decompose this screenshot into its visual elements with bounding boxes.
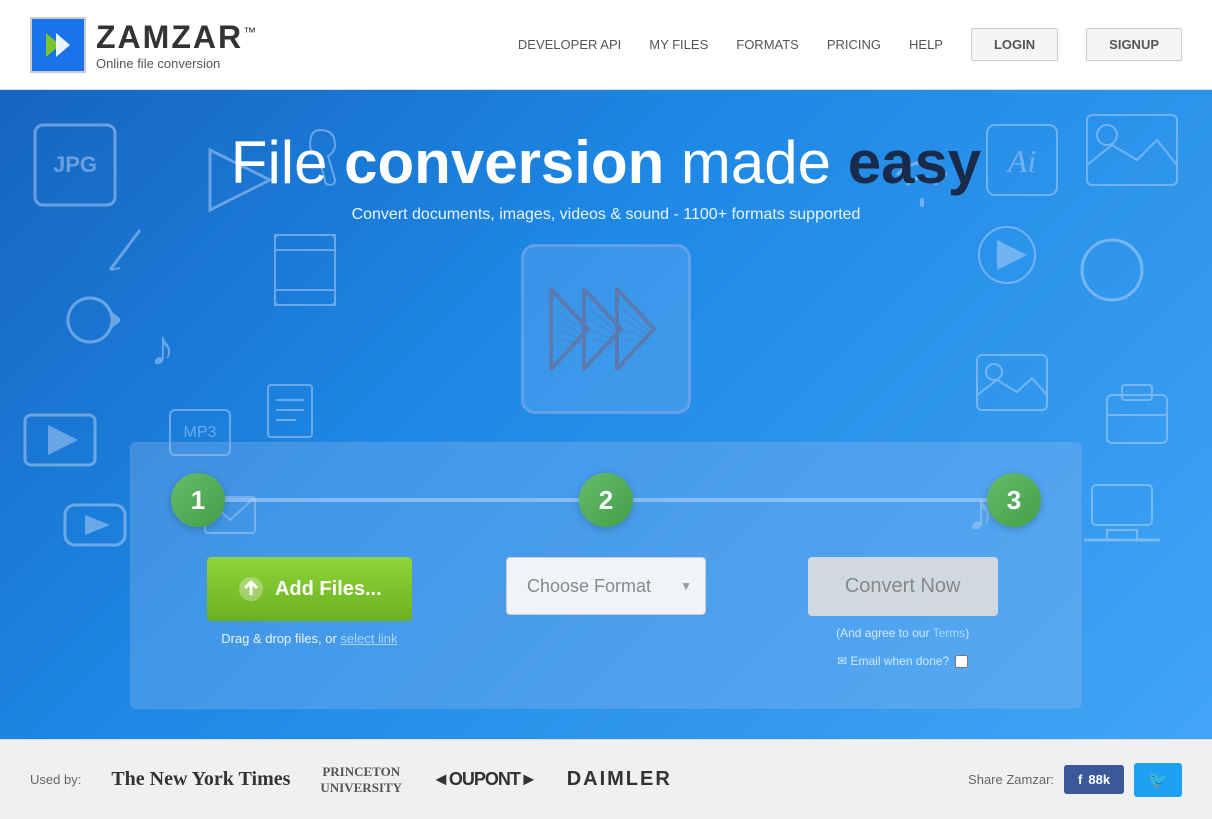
choose-format-select[interactable]: Choose Format MP4 MP3 PDF JPG PNG [506, 557, 706, 615]
signup-button[interactable]: SIGNUP [1086, 28, 1182, 61]
nav-links: DEVELOPER API MY FILES FORMATS PRICING H… [518, 28, 1182, 61]
add-files-button[interactable]: Add Files... [207, 557, 412, 621]
site-header: ZAMZAR™ Online file conversion DEVELOPER… [0, 0, 1212, 90]
hero-subtitle: Convert documents, images, videos & soun… [0, 206, 1212, 224]
nav-pricing[interactable]: PRICING [827, 37, 881, 52]
drag-drop-text: Drag & drop files, or select link [221, 631, 397, 646]
logo-text: ZAMZAR™ Online file conversion [96, 19, 258, 71]
fb-icon: f [1078, 772, 1082, 787]
step-3-action: Convert Now (And agree to our Terms) ✉ E… [764, 557, 1041, 668]
hero-content: File conversion made easy Convert docume… [0, 130, 1212, 709]
brand-nyt: The New York Times [111, 768, 290, 791]
twitter-icon: 🐦 [1148, 772, 1168, 789]
login-button[interactable]: LOGIN [971, 28, 1058, 61]
step-2-circle: 2 [579, 473, 633, 527]
step-1-circle: 1 [171, 473, 225, 527]
upload-icon [237, 575, 265, 603]
logo-icon [30, 17, 86, 73]
facebook-share-button[interactable]: f 88k [1064, 765, 1124, 794]
logo-name: ZAMZAR™ [96, 19, 258, 56]
fb-count: 88k [1088, 772, 1110, 787]
hero-section: JPG ♪ MP3 [0, 90, 1212, 739]
email-checkbox[interactable] [955, 655, 968, 668]
share-label: Share Zamzar: [968, 772, 1054, 787]
nav-developer-api[interactable]: DEVELOPER API [518, 37, 621, 52]
terms-link[interactable]: Terms [933, 626, 966, 640]
used-by-area: Used by: The New York Times PRINCETONUNI… [30, 764, 672, 795]
nav-help[interactable]: HELP [909, 37, 943, 52]
brand-dupont: ◄OUPONT► [432, 769, 537, 790]
steps-track: 1 2 3 [171, 473, 1041, 527]
share-area: Share Zamzar: f 88k 🐦 [968, 763, 1182, 797]
twitter-share-button[interactable]: 🐦 [1134, 763, 1182, 797]
format-select-wrapper: Choose Format MP4 MP3 PDF JPG PNG [506, 557, 706, 615]
hero-play-svg [546, 279, 666, 379]
used-by-label: Used by: [30, 772, 81, 787]
step-2-action: Choose Format MP4 MP3 PDF JPG PNG [468, 557, 745, 615]
select-link[interactable]: select link [340, 631, 397, 646]
footer: Used by: The New York Times PRINCETONUNI… [0, 739, 1212, 819]
step-3-circle: 3 [987, 473, 1041, 527]
logo-area: ZAMZAR™ Online file conversion [30, 17, 258, 73]
convert-now-button[interactable]: Convert Now [808, 557, 998, 616]
step-1-action: Add Files... Drag & drop files, or selec… [171, 557, 448, 646]
hero-title: File conversion made easy [0, 130, 1212, 196]
terms-text: (And agree to our Terms) [836, 626, 969, 640]
brand-daimler: DAIMLER [567, 768, 672, 791]
nav-formats[interactable]: FORMATS [736, 37, 799, 52]
logo-subtitle: Online file conversion [96, 56, 258, 71]
steps-actions: Add Files... Drag & drop files, or selec… [171, 557, 1041, 668]
email-row: ✉ Email when done? [837, 654, 968, 668]
brand-princeton: PRINCETONUNIVERSITY [320, 764, 402, 795]
email-label: ✉ Email when done? [837, 654, 949, 668]
nav-my-files[interactable]: MY FILES [649, 37, 708, 52]
hero-logo-play [521, 244, 691, 414]
steps-panel: 1 2 3 Add Files... Drag [130, 442, 1082, 709]
